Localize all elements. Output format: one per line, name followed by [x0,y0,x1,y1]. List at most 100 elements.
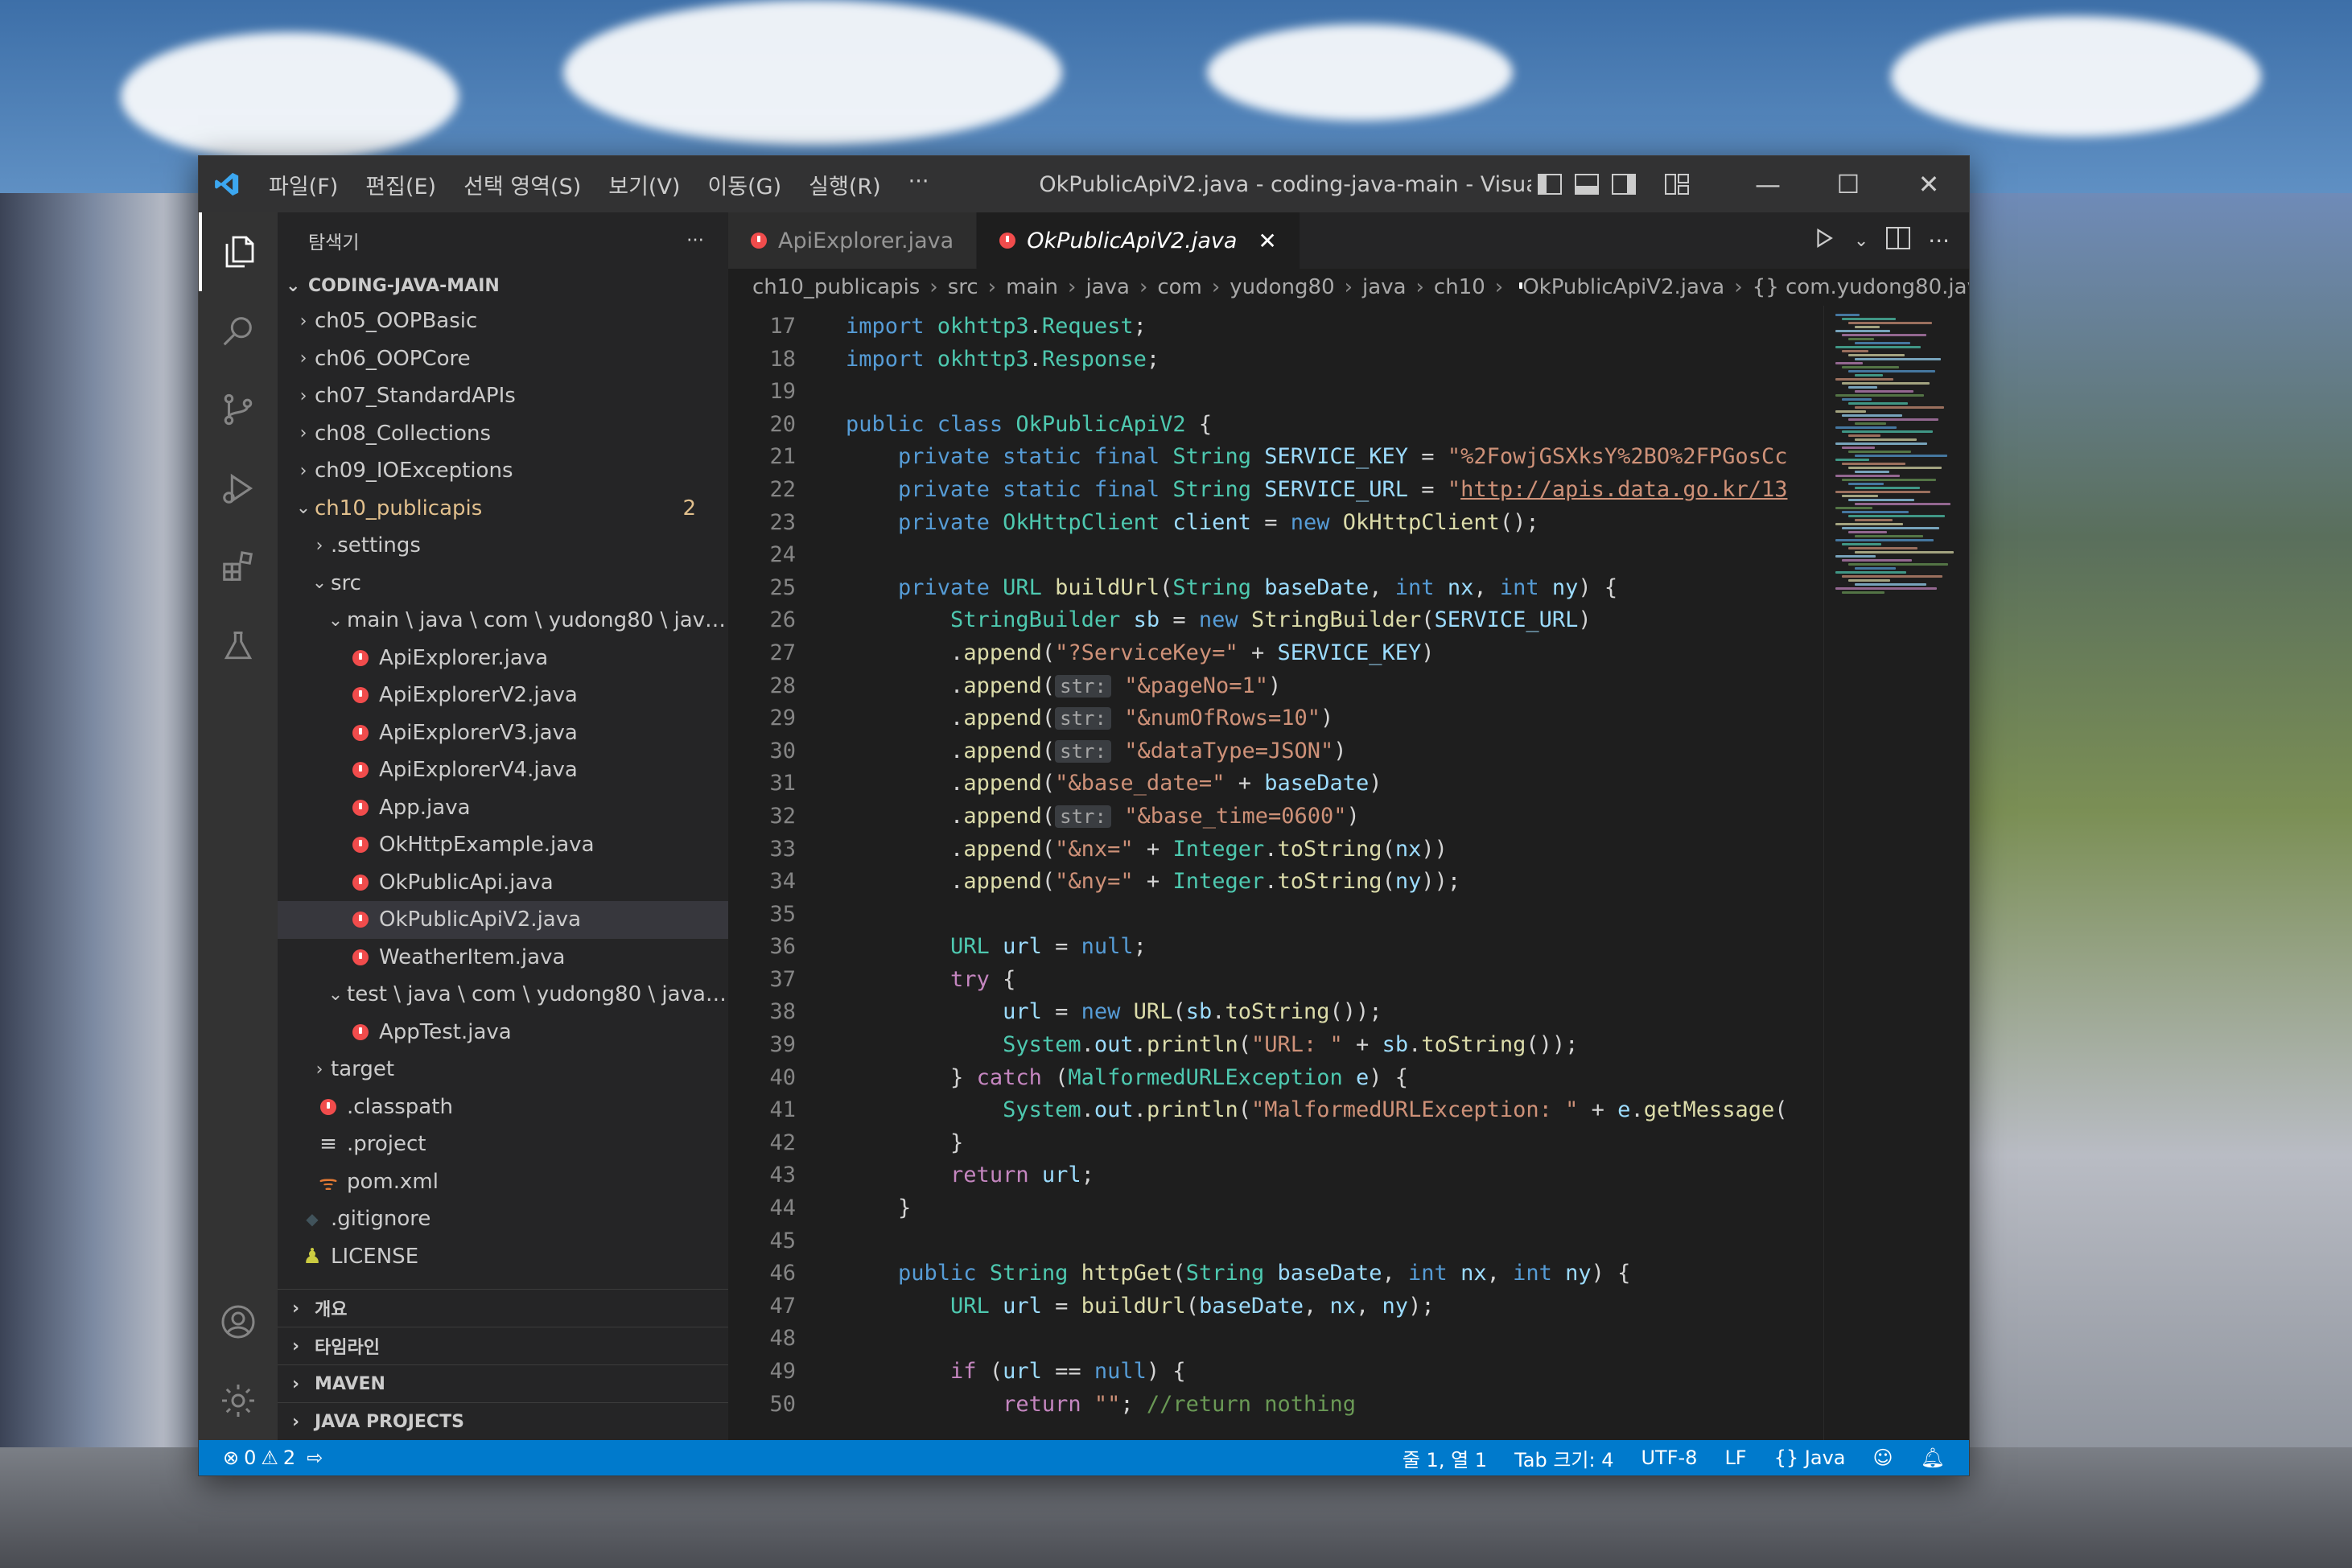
extensions-icon[interactable] [199,528,278,607]
tree-file-item[interactable]: ApiExplorerV4.java [278,751,728,789]
tree-file-item[interactable]: App.java [278,789,728,827]
code-token: String [1185,1261,1278,1286]
menu-item[interactable]: 편집(E) [352,169,450,200]
tree-file-item[interactable]: ApiExplorerV2.java [278,677,728,714]
menu-item[interactable]: 보기(V) [595,169,694,200]
split-editor-icon[interactable] [1886,226,1911,255]
editor-tab[interactable]: ApiExplorer.java [728,212,978,269]
testing-icon[interactable] [199,607,278,685]
code-token: String [1172,574,1265,600]
search-icon[interactable] [199,291,278,370]
language-mode[interactable]: {} Java [1774,1447,1846,1469]
code-token: import [846,314,937,339]
run-debug-icon[interactable] [199,449,278,528]
sidebar-panel-header[interactable]: › MAVEN [278,1364,728,1402]
tree-folder-item[interactable]: ⌄ test \ java \ com \ yudong80 \ java \ .… [278,976,728,1014]
cursor-position[interactable]: 줄 1, 열 1 [1403,1444,1487,1472]
toggle-sidebar-icon[interactable] [1531,166,1568,203]
source-control-icon[interactable] [199,370,278,449]
toggle-secondary-sidebar-icon[interactable] [1605,166,1642,203]
tree-folder-item[interactable]: ⌄ main \ java \ com \ yudong80 \ java... [278,602,728,640]
menu-item[interactable]: 이동(G) [694,169,795,200]
tab-size[interactable]: Tab 크기: 4 [1514,1444,1613,1472]
tree-folder-item[interactable]: › ch07_StandardAPIs [278,377,728,415]
sidebar-panel-header[interactable]: › JAVA PROJECTS [278,1402,728,1440]
menu-item[interactable]: ··· [895,169,943,200]
code-line: .append("?ServiceKey=" + SERVICE_KEY) [846,637,1823,670]
tree-file-item[interactable]: AppTest.java [278,1014,728,1052]
tree-folder-item[interactable]: › ch09_IOExceptions [278,452,728,490]
breadcrumb-item[interactable]: ch10_publicapis [752,275,920,299]
close-tab-icon[interactable]: ✕ [1258,228,1276,254]
maximize-button[interactable]: ☐ [1808,156,1889,212]
tree-file-item[interactable]: ᯤ pom.xml [278,1163,728,1201]
file-encoding[interactable]: UTF-8 [1641,1447,1697,1469]
tab-label: ApiExplorer.java [778,228,954,253]
line-number: 44 [769,1196,796,1221]
more-actions-icon[interactable]: ··· [1928,228,1950,254]
tree-folder-item[interactable]: ⌄ ch10_publicapis 2 [278,490,728,528]
window-title: OkPublicApiV2.java - coding-java-main - … [1039,171,1531,197]
tree-folder-item[interactable]: › target [278,1051,728,1089]
code-token: )) [1421,836,1448,862]
toggle-panel-icon[interactable] [1568,166,1605,203]
tree-file-item[interactable]: OkPublicApi.java [278,864,728,902]
chevron-down-icon[interactable]: ⌄ [1854,231,1868,251]
tree-file-item[interactable]: WeatherItem.java [278,939,728,977]
code-editor[interactable]: import okhttp3.Request; import okhttp3.Re… [809,306,1823,1440]
feedback-icon[interactable]: ☺ [1873,1447,1893,1469]
sidebar-panel-header[interactable]: › 타임라인 [278,1327,728,1364]
minimap-line [1842,382,1930,385]
menu-item[interactable]: 선택 영역(S) [450,169,595,200]
breadcrumb-item[interactable]: java [1362,275,1406,299]
run-java-icon[interactable] [1812,226,1836,256]
breadcrumb-item[interactable]: src [948,275,978,299]
end-of-line[interactable]: LF [1724,1447,1746,1469]
live-share-icon[interactable]: ⇨ [307,1447,323,1469]
code-line: StringBuilder sb = new StringBuilder(SER… [846,604,1823,637]
breadcrumb-item[interactable]: yudong80 [1230,275,1334,299]
code-line: URL url = buildUrl(baseDate, nx, ny); [846,1290,1823,1323]
breadcrumb-item[interactable]: OkPublicApiV2.java [1522,275,1724,299]
breadcrumb-item[interactable]: com [1157,275,1202,299]
tree-file-item[interactable]: ≡ .project [278,1126,728,1163]
breadcrumb-item[interactable]: java [1085,275,1129,299]
tree-file-item[interactable]: .classpath [278,1089,728,1126]
line-number: 50 [769,1391,796,1417]
sidebar-panel-header[interactable]: › 개요 [278,1289,728,1327]
tree-folder-item[interactable]: › ch08_Collections [278,415,728,453]
tree-file-item[interactable]: OkPublicApiV2.java [278,901,728,939]
code-token: Integer [1172,869,1265,895]
code-token: StringBuilder [1250,607,1422,633]
tree-file-item[interactable]: ApiExplorer.java [278,640,728,677]
workspace-section-header[interactable]: ⌄ CODING-JAVA-MAIN [278,269,728,302]
accounts-icon[interactable] [199,1282,278,1361]
tree-file-item[interactable]: ApiExplorerV3.java [278,714,728,752]
close-window-button[interactable]: ✕ [1889,156,1969,212]
tree-folder-item[interactable]: › .settings [278,527,728,565]
minimize-button[interactable]: — [1728,156,1808,212]
tree-file-item[interactable]: ♟ LICENSE [278,1238,728,1276]
code-token: url [1003,1293,1042,1319]
explorer-more-actions-icon[interactable]: ··· [686,230,704,251]
breadcrumb-item[interactable]: ch10 [1434,275,1485,299]
breadcrumb-item[interactable]: {} com.yudong80.java.c [1753,275,1969,299]
breadcrumb-item[interactable]: main [1006,275,1058,299]
customize-layout-icon[interactable] [1658,166,1695,203]
problems-status[interactable]: ⊗ 0 ⚠ 2 [223,1447,295,1469]
tree-folder-item[interactable]: › ch06_OOPCore [278,340,728,378]
tree-folder-item[interactable]: ⌄ src [278,565,728,603]
notifications-bell-icon[interactable]: 🔔︎ [1921,1447,1945,1469]
editor-tab[interactable]: OkPublicApiV2.java ✕ [977,212,1300,269]
minimap[interactable] [1823,306,1969,1440]
explorer-icon[interactable] [199,212,278,291]
code-token: "&dataType=JSON" [1124,738,1334,763]
menu-item[interactable]: 파일(F) [255,169,352,200]
tree-file-item[interactable]: ◆ .gitignore [278,1200,728,1238]
tree-file-item[interactable]: OkHttpExample.java [278,826,728,864]
tree-folder-item[interactable]: › ch05_OOPBasic [278,302,728,340]
chevron-down-icon: ⌄ [286,275,301,296]
manage-gear-icon[interactable] [199,1361,278,1440]
menu-item[interactable]: 실행(R) [795,169,895,200]
